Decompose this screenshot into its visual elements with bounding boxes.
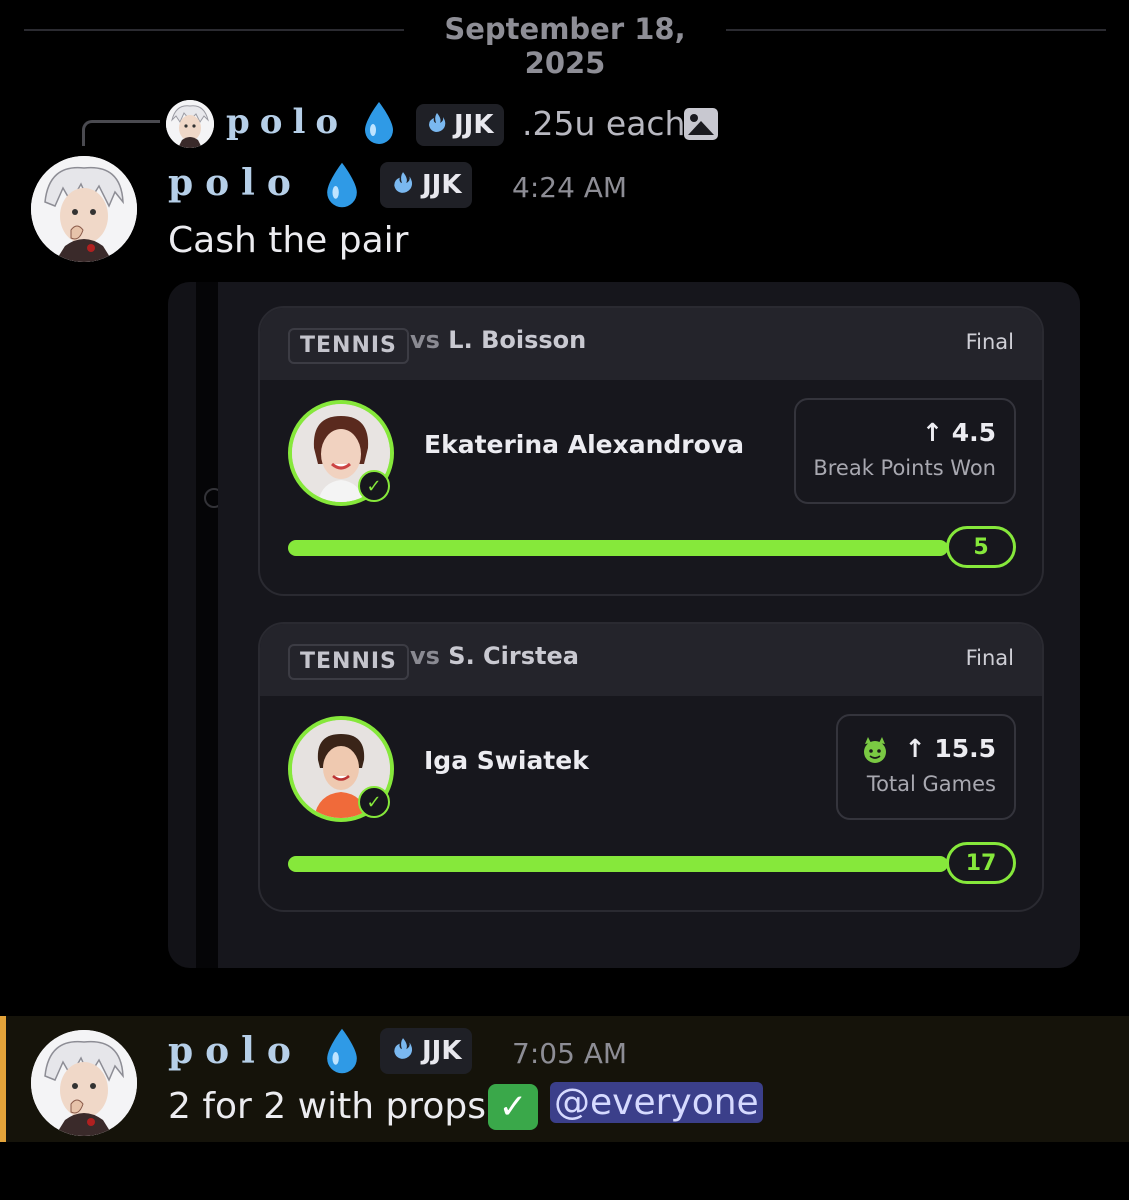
timestamp: 7:05 AM	[512, 1037, 628, 1070]
role-tag-label: JJK	[422, 1036, 462, 1066]
vs-prefix: vs	[410, 642, 440, 670]
avatar[interactable]	[31, 156, 137, 262]
arrow-up-icon: ↑	[922, 418, 943, 447]
date-divider: September 18, 2025	[0, 0, 1129, 80]
prop-line-box: ↑ 15.5 Total Games	[836, 714, 1016, 820]
username[interactable]: polo	[168, 1030, 303, 1072]
sport-badge: TENNIS	[288, 644, 409, 680]
pick-card: TENNIS vs S. Cirstea Final ✓ Iga Swiatek…	[258, 622, 1044, 912]
vs-prefix: vs	[410, 326, 440, 354]
check-mark-emoji: ✓	[488, 1084, 538, 1130]
image-attachment[interactable]: TENNIS vs L. Boisson Final ✓ Ekaterina A…	[168, 282, 1080, 968]
everyone-mention[interactable]: @everyone	[550, 1082, 763, 1123]
check-badge-icon: ✓	[358, 470, 390, 502]
opponent-name: L. Boisson	[448, 326, 587, 354]
avatar-image	[31, 1030, 137, 1136]
prop-line-value: 4.5	[951, 418, 996, 447]
avatar-image	[166, 100, 214, 148]
flame-icon	[390, 170, 416, 201]
reply-avatar[interactable]	[166, 100, 214, 148]
matchup: vs S. Cirstea	[410, 642, 579, 670]
mention-highlight-bar	[0, 1016, 6, 1142]
game-status: Final	[965, 646, 1014, 670]
prop-line-value: 15.5	[934, 734, 996, 763]
prop-line: ↑ 15.5	[905, 734, 996, 763]
result-value: 17	[946, 842, 1016, 884]
matchup: vs L. Boisson	[410, 326, 586, 354]
role-tag[interactable]: JJK	[416, 104, 504, 146]
message-text: Cash the pair	[168, 220, 409, 261]
reply-preview[interactable]: polo JJK .25u each	[0, 96, 1129, 152]
prop-stat: Break Points Won	[813, 456, 996, 480]
player-name: Ekaterina Alexandrova	[424, 430, 744, 459]
pick-header: TENNIS vs L. Boisson Final	[260, 308, 1042, 380]
progress-bar	[288, 540, 948, 556]
role-tag-label: JJK	[422, 170, 462, 200]
avatar[interactable]	[31, 1030, 137, 1136]
prop-line: ↑ 4.5	[922, 418, 996, 447]
embed-strip	[196, 282, 218, 968]
demon-emoji-icon	[860, 736, 890, 764]
sport-badge: TENNIS	[288, 328, 409, 364]
water-drop-icon	[324, 160, 360, 214]
reply-text: .25u each	[522, 104, 686, 143]
avatar-image	[31, 156, 137, 262]
divider-line-left	[24, 29, 404, 31]
timestamp: 4:24 AM	[512, 171, 628, 204]
divider-line-right	[726, 29, 1106, 31]
opponent-name: S. Cirstea	[448, 642, 579, 670]
flame-icon	[390, 1036, 416, 1067]
result-value: 5	[946, 526, 1016, 568]
username[interactable]: polo	[168, 162, 303, 204]
flame-icon	[426, 110, 448, 140]
role-tag[interactable]: JJK	[380, 1028, 472, 1074]
prop-line-box: ↑ 4.5 Break Points Won	[794, 398, 1016, 504]
arrow-up-icon: ↑	[904, 734, 926, 763]
reply-username[interactable]: polo	[226, 102, 348, 142]
reply-connector	[82, 120, 160, 146]
progress-bar	[288, 856, 948, 872]
pick-card: TENNIS vs L. Boisson Final ✓ Ekaterina A…	[258, 306, 1044, 596]
water-drop-icon	[362, 100, 396, 150]
message-text: 2 for 2 with props	[168, 1086, 486, 1127]
role-tag[interactable]: JJK	[380, 162, 472, 208]
pick-header: TENNIS vs S. Cirstea Final	[260, 624, 1042, 696]
date-label: September 18, 2025	[444, 12, 686, 80]
role-tag-label: JJK	[454, 110, 494, 140]
prop-stat: Total Games	[866, 772, 996, 796]
check-badge-icon: ✓	[358, 786, 390, 818]
player-name: Iga Swiatek	[424, 746, 589, 775]
water-drop-icon	[324, 1026, 360, 1080]
image-icon	[684, 108, 718, 140]
game-status: Final	[965, 330, 1014, 354]
